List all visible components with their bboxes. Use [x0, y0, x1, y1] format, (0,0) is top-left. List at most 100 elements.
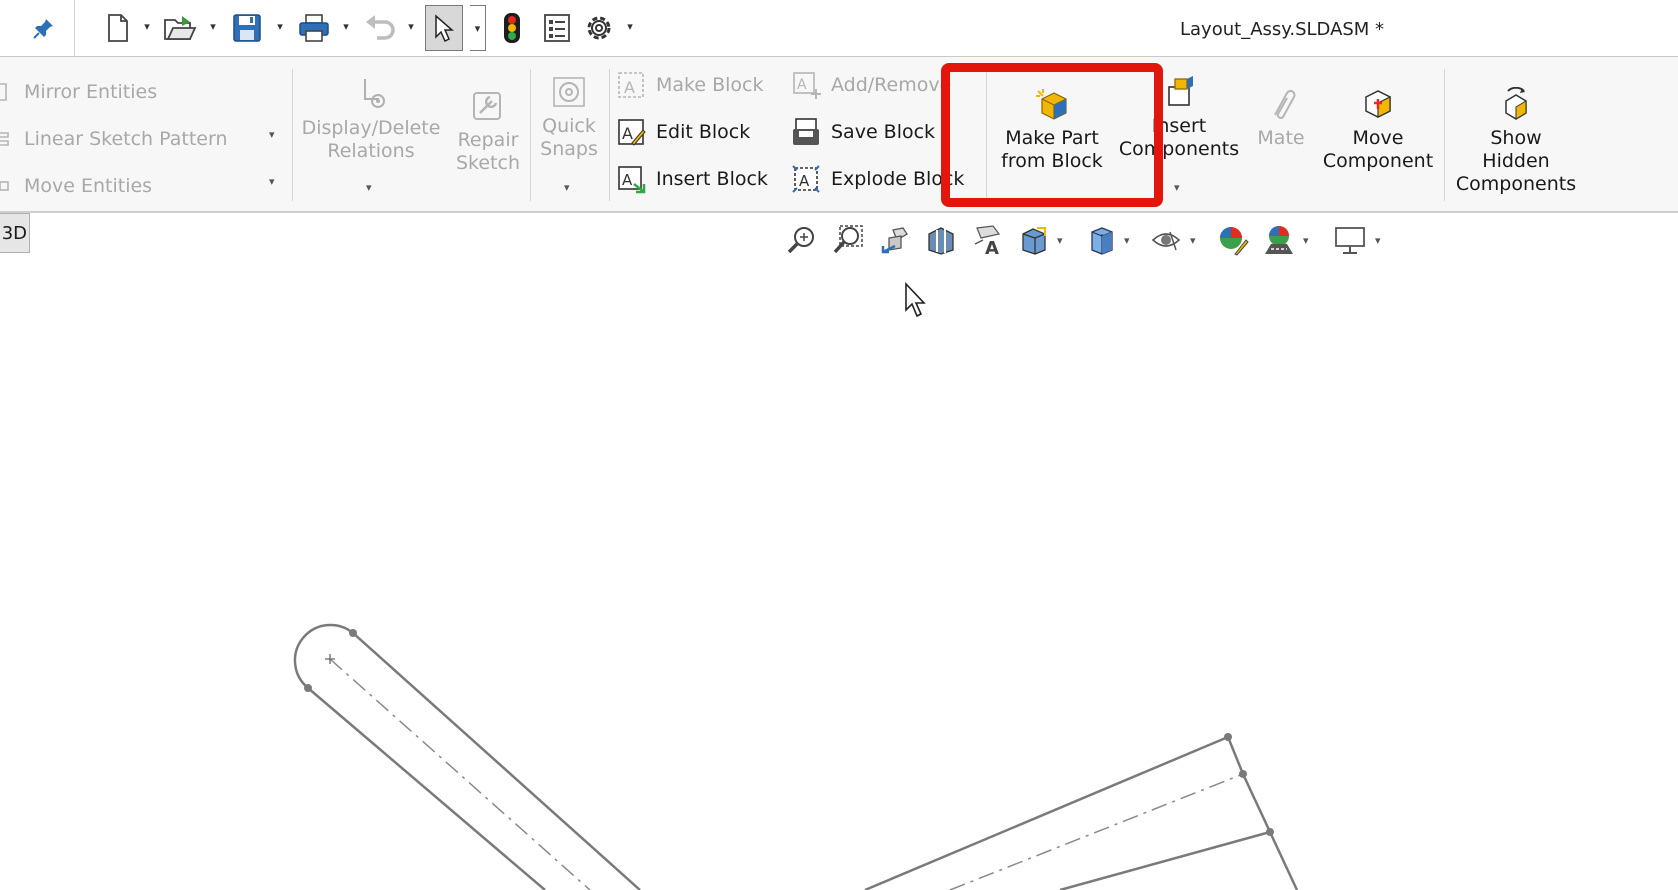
edit-block-button[interactable]: A Edit Block: [616, 117, 750, 147]
quick-snaps-label-2: Snaps: [540, 138, 598, 160]
insert-block-button[interactable]: A Insert Block: [616, 164, 768, 194]
sketch-link-right: [864, 733, 1299, 890]
linear-sketch-pattern-label: Linear Sketch Pattern: [24, 128, 228, 150]
show-hidden-label-3: Components: [1455, 173, 1577, 195]
svg-text:A: A: [622, 124, 633, 143]
ribbon-separator: [609, 69, 610, 201]
move-component-label-2: Component: [1322, 150, 1434, 172]
svg-text:A: A: [624, 78, 635, 97]
relations-dropdown-icon[interactable]: ▾: [366, 181, 372, 194]
repair-sketch-label-1: Repair: [457, 129, 519, 151]
open-dropdown-icon[interactable]: ▾: [207, 20, 219, 34]
display-style-icon[interactable]: [1084, 222, 1120, 258]
add-remove-label: Add/Remove: [831, 74, 952, 96]
previous-view-icon[interactable]: [877, 222, 913, 258]
select-pointer-icon[interactable]: [425, 5, 463, 51]
display-delete-relations-button[interactable]: Display/Delete Relations: [298, 77, 444, 163]
save-block-icon: [791, 117, 821, 147]
mirror-icon: [0, 77, 14, 107]
apply-scene-icon[interactable]: [1261, 222, 1297, 258]
pattern-icon: [0, 124, 14, 154]
svg-text:A: A: [799, 172, 810, 190]
linear-sketch-pattern-button[interactable]: Linear Sketch Pattern: [0, 124, 228, 154]
dynamic-annotation-views-icon[interactable]: A: [969, 222, 1005, 258]
save-icon[interactable]: [227, 8, 267, 48]
edit-appearance-icon[interactable]: [1215, 222, 1251, 258]
print-dropdown-icon[interactable]: ▾: [340, 20, 352, 34]
move-component-button[interactable]: Move Component: [1318, 87, 1438, 173]
view-orientation-icon[interactable]: [1015, 222, 1051, 258]
ribbon-separator: [292, 69, 293, 201]
quick-snaps-label-1: Quick: [542, 115, 596, 137]
ribbon-separator: [1444, 69, 1445, 201]
hide-show-items-icon[interactable]: [1148, 222, 1184, 258]
pattern-dropdown-icon[interactable]: ▾: [269, 128, 275, 141]
mirror-entities-button[interactable]: Mirror Entities: [0, 77, 157, 107]
repair-sketch-label-2: Sketch: [455, 152, 520, 174]
pin-icon[interactable]: [24, 8, 64, 48]
show-hidden-components-icon: [1498, 86, 1534, 121]
quick-snaps-dropdown-icon[interactable]: ▾: [564, 181, 570, 194]
insert-components-dropdown-icon[interactable]: ▾: [1174, 181, 1180, 194]
view-orientation-dropdown-icon[interactable]: ▾: [1057, 234, 1063, 247]
print-icon[interactable]: [294, 8, 334, 48]
new-dropdown-icon[interactable]: ▾: [141, 20, 153, 34]
explode-block-button[interactable]: A Explode Block: [791, 164, 964, 194]
make-block-label: Make Block: [656, 74, 764, 96]
display-delete-relations-label-1: Display/Delete: [301, 117, 441, 139]
display-delete-relations-label-2: Relations: [327, 140, 415, 162]
show-hidden-components-button[interactable]: Show Hidden Components: [1450, 86, 1582, 196]
file-properties-icon[interactable]: [537, 8, 577, 48]
save-block-button[interactable]: Save Block: [791, 117, 935, 147]
select-dropdown-icon[interactable]: ▾: [470, 5, 486, 51]
view-settings-dropdown-icon[interactable]: ▾: [1375, 234, 1381, 247]
tab-3d[interactable]: 3D: [0, 213, 30, 253]
options-dropdown-icon[interactable]: ▾: [624, 20, 636, 34]
pin-area: [0, 0, 75, 56]
view-settings-icon[interactable]: [1332, 222, 1368, 258]
quick-snaps-button[interactable]: Quick Snaps: [536, 75, 602, 161]
rebuild-icon[interactable]: [492, 8, 532, 48]
show-hidden-label-1: Show: [1490, 127, 1542, 149]
move-component-icon: [1360, 87, 1396, 121]
repair-sketch-button[interactable]: Repair Sketch: [452, 89, 524, 175]
move-entities-icon: [0, 171, 14, 201]
ribbon-separator: [530, 69, 531, 201]
open-icon[interactable]: [160, 8, 200, 48]
zoom-to-area-icon[interactable]: [830, 222, 866, 258]
move-entities-label: Move Entities: [24, 175, 153, 197]
relations-icon: [353, 77, 389, 111]
repair-sketch-icon: [470, 89, 506, 123]
graphics-area[interactable]: [0, 254, 1678, 890]
mate-paperclip-icon: [1263, 87, 1299, 121]
command-manager-ribbon: Mirror Entities Linear Sketch Pattern ▾ …: [0, 57, 1678, 213]
explode-block-icon: A: [791, 164, 821, 194]
save-dropdown-icon[interactable]: ▾: [274, 20, 286, 34]
hide-show-dropdown-icon[interactable]: ▾: [1190, 234, 1196, 247]
apply-scene-dropdown-icon[interactable]: ▾: [1303, 234, 1309, 247]
undo-dropdown-icon[interactable]: ▾: [405, 20, 417, 34]
undo-icon[interactable]: [360, 8, 400, 48]
svg-text:A: A: [622, 171, 633, 189]
sketch-link-left: [293, 623, 641, 890]
move-component-label-1: Move: [1352, 127, 1404, 149]
save-block-label: Save Block: [831, 121, 936, 143]
insert-block-label: Insert Block: [656, 168, 768, 190]
new-document-icon[interactable]: [98, 8, 138, 48]
move-entities-dropdown-icon[interactable]: ▾: [269, 175, 275, 188]
insert-components-icon: [1161, 75, 1197, 109]
quick-snaps-icon: [551, 75, 587, 109]
insert-block-icon: A: [616, 164, 646, 194]
make-block-icon: A: [616, 70, 646, 100]
add-remove-icon: A: [791, 70, 821, 100]
add-remove-button[interactable]: A Add/Remove: [791, 70, 951, 100]
options-gear-icon[interactable]: [579, 8, 619, 48]
display-style-dropdown-icon[interactable]: ▾: [1124, 234, 1130, 247]
mate-button[interactable]: Mate: [1252, 87, 1310, 150]
document-title: Layout_Assy.SLDASM *: [1180, 19, 1385, 40]
show-hidden-label-2: Hidden: [1482, 150, 1550, 172]
move-entities-button[interactable]: Move Entities: [0, 171, 152, 201]
section-view-icon[interactable]: [923, 222, 959, 258]
zoom-to-fit-icon[interactable]: [784, 222, 820, 258]
make-block-button[interactable]: A Make Block: [616, 70, 763, 100]
